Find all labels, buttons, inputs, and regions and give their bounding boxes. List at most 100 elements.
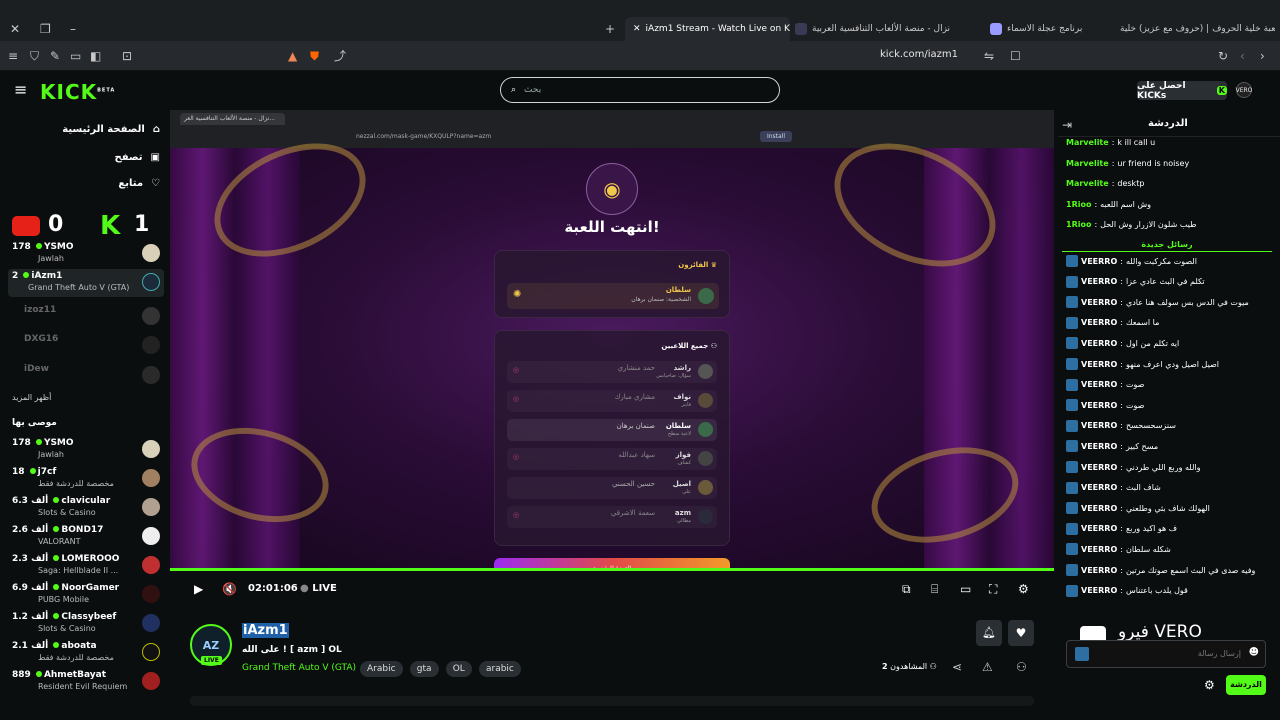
chat-username[interactable]: 1Rioo <box>1066 220 1091 229</box>
recommended-channel-j7cf[interactable]: 18 j7cf مخصصة للدردشة فقط <box>8 465 164 493</box>
bookmark-icon[interactable]: ☐ <box>1010 49 1021 63</box>
tab-kick-active[interactable]: ✕ iAzm1 Stream - Watch Live on K <box>625 17 790 41</box>
sidebar-item-home[interactable]: الصفحة الرئيسية ⌂ <box>62 124 160 135</box>
chat-username[interactable]: VEERRO <box>1081 483 1117 492</box>
fullscreen-icon[interactable]: ⛶ <box>989 582 997 596</box>
minimize-window-icon[interactable]: – <box>70 22 76 36</box>
tag[interactable]: arabic <box>478 661 521 677</box>
video-player[interactable]: نزال - منصة الألعاب التنافسية العر... ne… <box>170 110 1054 608</box>
settings-gear-icon[interactable]: ⚙ <box>1018 582 1029 596</box>
hamburger-menu-icon[interactable]: ≡ <box>14 82 27 98</box>
recommended-channel-clavicular[interactable]: 6.3 ألف clavicular Slots & Casino <box>8 494 164 522</box>
play-icon[interactable]: ▶ <box>194 582 203 596</box>
chat-username[interactable]: Marvelite <box>1066 179 1109 188</box>
extension-icon[interactable]: ✎ <box>50 49 60 63</box>
brave-rewards-icon[interactable]: ▲ <box>288 49 297 63</box>
close-tab-icon[interactable]: ✕ <box>633 24 641 34</box>
chat-username[interactable]: VEERRO <box>1081 380 1117 389</box>
clip-icon[interactable]: ⌸ <box>931 582 938 596</box>
pip-icon[interactable]: ⧉ <box>902 582 911 596</box>
tag[interactable]: OL <box>445 661 472 677</box>
chat-username[interactable]: Marvelite <box>1066 159 1109 168</box>
chat-username[interactable]: VEERRO <box>1081 524 1117 533</box>
chat-username[interactable]: 1Rioo <box>1066 200 1091 209</box>
restore-window-icon[interactable]: ❐ <box>40 22 51 36</box>
show-more-link[interactable]: أظهر المزيد <box>12 393 51 402</box>
screenshot-icon[interactable]: ⊡ <box>122 49 132 63</box>
chat-username[interactable]: VEERRO <box>1081 257 1117 266</box>
avatar[interactable]: VERO <box>1236 82 1252 98</box>
chat-send-button[interactable]: الدردشة <box>1226 675 1266 695</box>
search-input[interactable]: ⌕ بحث <box>500 77 780 103</box>
stream-category-link[interactable]: Grand Theft Auto V (GTA) <box>242 663 356 673</box>
chat-message: VEERRO: شاف البث <box>1066 481 1272 494</box>
recommended-channel-bond17[interactable]: 2.6 ألف BOND17 VALORANT <box>8 523 164 551</box>
kick-logo[interactable]: KICKBETA <box>40 80 115 104</box>
chat-username[interactable]: VEERRO <box>1081 586 1117 595</box>
chat-input[interactable]: إرسال رسالة ☻ <box>1066 640 1266 668</box>
recommended-channel-aboata[interactable]: 2.1 ألف aboata مخصصة للدردشة فقط <box>8 639 164 667</box>
chat-username[interactable]: VEERRO <box>1081 504 1117 513</box>
recommended-channel-lomerooo[interactable]: 2.3 ألف LOMEROOO Saga: Hellblade II ... <box>8 552 164 580</box>
tab-letters-game[interactable]: لعبة خلية الحروف | (حروف مع عزيز) خلية <box>1115 17 1275 41</box>
notification-bell-icon[interactable]: 🔔︎ <box>976 620 1002 646</box>
brave-shield-icon[interactable]: ⛊ <box>310 49 319 63</box>
mute-icon[interactable]: 🔇 <box>222 582 237 596</box>
recommended-channel-noorgamer[interactable]: 6.9 ألف NoorGamer PUBG Mobile <box>8 581 164 609</box>
sidebar-channel-dxg16[interactable]: DXG16 <box>8 332 164 360</box>
chat-text: ur friend is noisey <box>1117 158 1190 168</box>
chat-settings-icon[interactable]: ⚙ <box>1204 678 1215 692</box>
sidebar-icon[interactable]: ◧ <box>90 49 101 63</box>
reload-icon[interactable]: ↻ <box>1218 49 1228 63</box>
channel-category: مخصصة للدردشة فقط <box>38 479 114 488</box>
sidebar-channel-idew[interactable]: iDew <box>8 362 164 390</box>
player-row: نواف فايتر مشاري مبارك ◎ <box>507 390 717 412</box>
chat-username[interactable]: VEERRO <box>1081 401 1117 410</box>
recommended-channel-ysmo[interactable]: 178 YSMO Jawlah <box>8 436 164 464</box>
chat-username[interactable]: VEERRO <box>1081 339 1117 348</box>
user-add-icon[interactable]: ⚇ <box>1016 660 1027 674</box>
tag[interactable]: Arabic <box>360 661 403 677</box>
url-text[interactable]: kick.com/iazm1 <box>880 49 958 60</box>
site-settings-icon[interactable]: ⇋ <box>984 49 994 63</box>
chat-username[interactable]: VEERRO <box>1081 442 1117 451</box>
chat-username[interactable]: VEERRO <box>1081 277 1117 286</box>
new-tab-icon[interactable]: + <box>605 22 615 36</box>
report-icon[interactable]: ⚠ <box>982 660 993 674</box>
shield-icon[interactable]: ⛉ <box>30 49 39 63</box>
chat-username[interactable]: Marvelite <box>1066 138 1109 147</box>
forward-icon[interactable]: ‹ <box>1240 49 1245 63</box>
tab-nezzal[interactable]: نزال - منصة الألعاب التنافسية العربية <box>795 17 985 41</box>
follow-heart-icon[interactable]: ♥ <box>1008 620 1034 646</box>
chat-username[interactable]: VEERRO <box>1081 545 1117 554</box>
menu-icon[interactable]: ≡ <box>8 49 18 63</box>
share-icon[interactable]: ⤴ <box>334 49 346 63</box>
recommended-channel-classybeef[interactable]: 1.2 ألف Classybeef Slots & Casino <box>8 610 164 638</box>
share-icon[interactable]: ⋖ <box>952 660 962 674</box>
emoji-icon[interactable]: ☻ <box>1249 647 1259 658</box>
collapse-chat-icon[interactable]: ⇥ <box>1062 118 1072 132</box>
chat-username[interactable]: VEERRO <box>1081 298 1117 307</box>
chat-username[interactable]: VEERRO <box>1081 360 1117 369</box>
sidebar-channel-ysmo[interactable]: 178 YSMO Jawlah <box>8 240 164 268</box>
recommended-channel-ahmetbayat[interactable]: 889 AhmetBayat Resident Evil Requiem <box>8 668 164 696</box>
subscriber-badge-icon <box>1066 440 1078 453</box>
wallet-icon[interactable]: ▭ <box>70 49 81 63</box>
channel-avatar <box>142 273 160 291</box>
chat-username[interactable]: VEERRO <box>1081 421 1117 430</box>
tab-name-wheel[interactable]: برنامج عجلة الاسماء <box>990 17 1110 41</box>
sidebar-item-following[interactable]: متابع ♡ <box>118 178 160 189</box>
theater-mode-icon[interactable]: ▭ <box>960 582 971 596</box>
chat-username[interactable]: VEERRO <box>1081 463 1117 472</box>
close-window-icon[interactable]: ✕ <box>10 22 20 36</box>
sidebar-item-browse[interactable]: تصفح ▣ <box>115 152 160 163</box>
channel-name[interactable]: iAzm1 <box>242 623 289 638</box>
back-icon[interactable]: › <box>1260 49 1265 63</box>
tag[interactable]: gta <box>409 661 439 677</box>
sidebar-channel-izoz11[interactable]: izoz11 <box>8 303 164 331</box>
chat-username[interactable]: VEERRO <box>1081 318 1117 327</box>
chat-separator: : <box>1120 462 1123 472</box>
get-kicks-button[interactable]: احصل على KICKs K <box>1137 81 1227 101</box>
sidebar-channel-iazm1[interactable]: 2 iAzm1 Grand Theft Auto V (GTA) <box>8 269 164 297</box>
chat-username[interactable]: VEERRO <box>1081 566 1117 575</box>
